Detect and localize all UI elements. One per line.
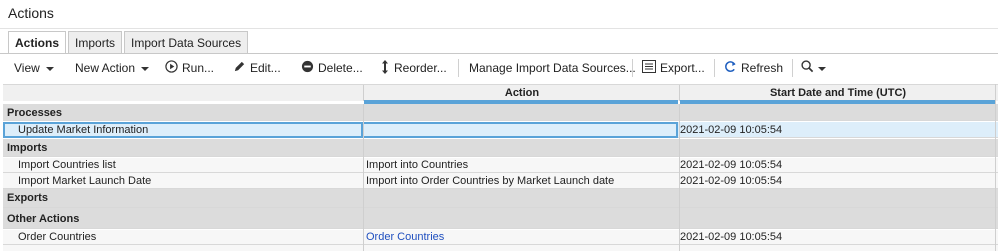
export-icon [642, 60, 660, 76]
export-label: Export... [660, 61, 705, 75]
table-row[interactable]: Import Market Launch Date Import into Or… [3, 173, 998, 189]
selection-outline [364, 122, 678, 138]
tab-import-data-sources[interactable]: Import Data Sources [124, 31, 249, 53]
group-label: Processes [7, 107, 63, 119]
row-start-time: 2021-02-09 10:05:54 [680, 124, 783, 136]
row-start-time: 2021-02-09 10:05:54 [680, 231, 783, 243]
edit-label: Edit... [250, 61, 281, 75]
group-row-processes[interactable]: Processes [3, 104, 998, 121]
pencil-icon [233, 60, 250, 76]
title-divider [0, 28, 998, 29]
group-row-other-actions[interactable]: Other Actions [3, 208, 998, 229]
toolbar-divider [714, 59, 715, 77]
delete-icon [301, 60, 318, 76]
search-menu-button[interactable] [801, 56, 830, 80]
group-label: Imports [7, 142, 48, 154]
toolbar-divider [792, 59, 793, 77]
new-action-menu-button[interactable]: New Action [75, 56, 153, 80]
tab-imports[interactable]: Imports [68, 31, 123, 53]
order-countries-link[interactable]: Order Countries [366, 229, 444, 245]
run-icon [165, 60, 182, 76]
run-button[interactable]: Run... [165, 56, 214, 80]
group-row-exports[interactable]: Exports [3, 189, 998, 208]
chevron-down-icon [45, 61, 58, 75]
row-name: Order Countries [18, 231, 97, 243]
toolbar-divider [632, 59, 633, 77]
column-divider [995, 84, 996, 251]
edit-button[interactable]: Edit... [233, 56, 281, 80]
refresh-button[interactable]: Refresh [724, 56, 783, 80]
delete-button[interactable]: Delete... [301, 56, 363, 80]
column-divider [679, 104, 680, 251]
row-start-time: 2021-02-09 10:05:54 [680, 175, 783, 187]
row-name: Import Market Launch Date [18, 175, 152, 187]
delete-label: Delete... [318, 61, 363, 75]
table-row [3, 245, 998, 251]
page-title: Actions [8, 5, 54, 21]
chevron-down-icon [818, 61, 830, 75]
new-action-label: New Action [75, 61, 136, 75]
table-row[interactable]: Order Countries Order Countries 2021-02-… [3, 230, 998, 245]
manage-import-data-sources-button[interactable]: Manage Import Data Sources... [469, 56, 636, 80]
table-header: Action Start Date and Time (UTC) [3, 84, 998, 101]
view-label: View [14, 61, 40, 75]
manage-sources-label: Manage Import Data Sources... [469, 61, 636, 75]
row-start-time: 2021-02-09 10:05:54 [680, 159, 783, 171]
column-header-start[interactable]: Start Date and Time (UTC) [679, 85, 996, 101]
chevron-down-icon [141, 61, 153, 75]
reorder-label: Reorder... [394, 61, 447, 75]
row-name: Import Countries list [18, 159, 116, 171]
tab-actions[interactable]: Actions [8, 31, 67, 53]
export-button[interactable]: Export... [642, 56, 705, 80]
column-header-action[interactable]: Action [363, 85, 680, 101]
toolbar: View New Action Run... Edit... Delete...… [0, 56, 998, 80]
column-header-name[interactable] [3, 85, 363, 101]
table-row[interactable]: Import Countries list Import into Countr… [3, 158, 998, 173]
reorder-button[interactable]: Reorder... [380, 56, 447, 80]
actions-table: Action Start Date and Time (UTC) Process… [3, 84, 998, 251]
group-label: Exports [7, 192, 48, 204]
reorder-arrows-icon [380, 59, 394, 77]
tabs-underline [0, 53, 998, 54]
refresh-icon [724, 60, 741, 76]
search-icon [801, 60, 818, 76]
row-action: Import into Countries [366, 159, 469, 171]
view-menu-button[interactable]: View [14, 56, 58, 80]
group-row-imports[interactable]: Imports [3, 139, 998, 157]
selection-outline [3, 122, 363, 138]
tab-bar: Actions Imports Import Data Sources [8, 31, 250, 53]
toolbar-divider [458, 59, 459, 77]
run-label: Run... [182, 61, 215, 75]
refresh-label: Refresh [741, 61, 784, 75]
group-label: Other Actions [7, 213, 80, 225]
row-action: Import into Order Countries by Market La… [366, 175, 615, 187]
column-divider [363, 104, 364, 251]
